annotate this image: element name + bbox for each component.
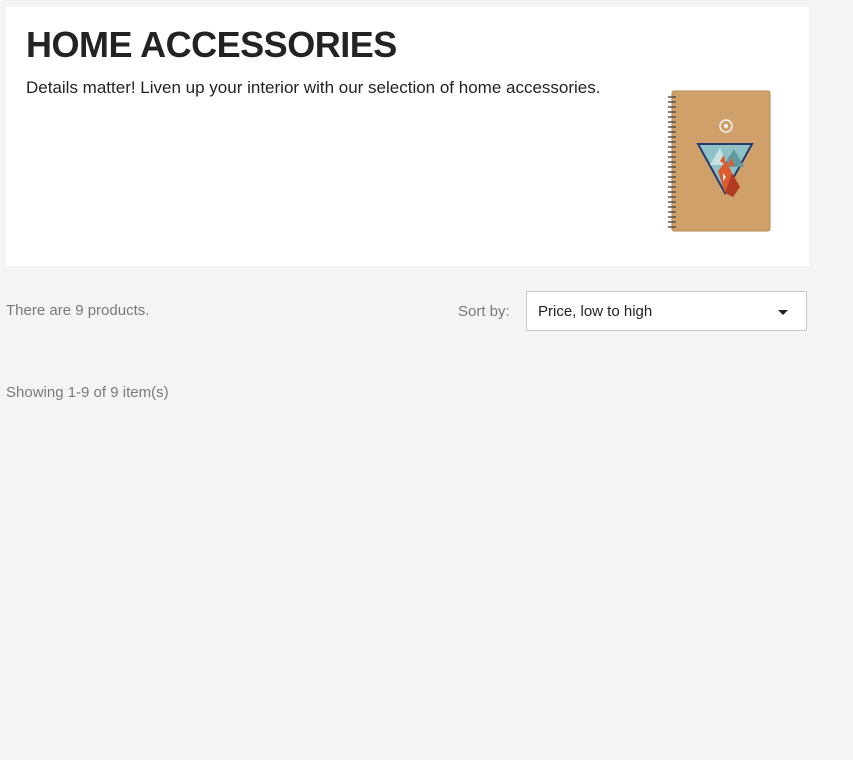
category-description: Details matter! Liven up your interior w… — [26, 78, 601, 97]
sort-by-selected-value: Price, low to high — [538, 303, 653, 320]
sort-by-label: Sort by: — [458, 303, 510, 320]
products-count: There are 9 products. — [6, 302, 150, 319]
category-title: HOME ACCESSORIES — [26, 24, 397, 65]
category-image-notebook — [668, 90, 771, 232]
category-header: HOME ACCESSORIES Details matter! Liven u… — [6, 7, 809, 266]
sort-by-dropdown[interactable]: Price, low to high — [526, 291, 807, 331]
caret-down-icon — [778, 310, 788, 315]
showing-items-text: Showing 1-9 of 9 item(s) — [6, 384, 169, 401]
